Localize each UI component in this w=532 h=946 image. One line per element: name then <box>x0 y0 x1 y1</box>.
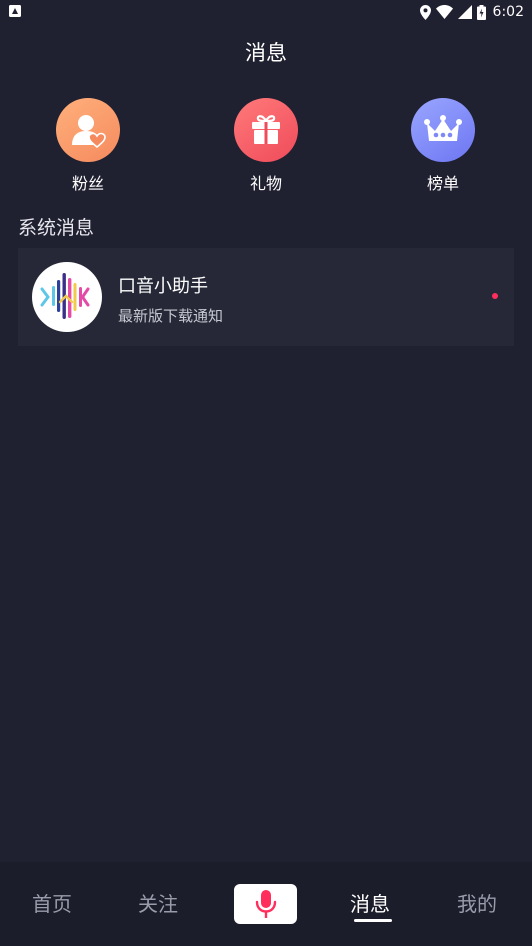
system-messages-title: 系统消息 <box>18 217 95 239</box>
gift-label: 礼物 <box>249 174 282 193</box>
bottom-nav: 首页 关注 消息 我的 <box>0 862 532 946</box>
nav-home[interactable]: 首页 <box>32 888 72 917</box>
wifi-icon <box>435 5 453 19</box>
messages-screen: 6:02 消息 粉丝 礼物 榜单 系统消息 口音小助手 最新版下载通知 首页 关… <box>0 0 532 946</box>
battery-charging-icon <box>476 4 486 20</box>
gift-icon <box>234 98 298 162</box>
rank-label: 榜单 <box>426 174 459 193</box>
signal-icon <box>457 5 472 19</box>
nav-mine[interactable]: 我的 <box>457 888 497 917</box>
location-icon <box>419 4 431 20</box>
message-sender: 口音小助手 <box>118 276 208 297</box>
message-preview: 最新版下载通知 <box>118 307 224 325</box>
status-bar: 6:02 <box>0 0 532 24</box>
record-button[interactable] <box>234 884 297 924</box>
status-time: 6:02 <box>492 4 524 20</box>
fans-shortcut[interactable]: 粉丝 <box>28 98 148 194</box>
microphone-icon <box>255 890 276 918</box>
fans-icon <box>56 98 120 162</box>
unread-dot <box>492 293 498 299</box>
page-title: 消息 <box>245 41 287 65</box>
nav-follow[interactable]: 关注 <box>138 888 178 917</box>
notification-icon <box>9 5 21 17</box>
nav-messages[interactable]: 消息 <box>350 888 390 917</box>
fans-label: 粉丝 <box>71 174 104 193</box>
gift-shortcut[interactable]: 礼物 <box>206 98 326 194</box>
soundwave-logo-icon <box>32 262 102 332</box>
active-tab-indicator <box>354 919 392 922</box>
message-item[interactable]: 口音小助手 最新版下载通知 <box>18 248 514 346</box>
crown-icon <box>411 98 475 162</box>
status-icons: 6:02 <box>419 3 524 21</box>
rank-shortcut[interactable]: 榜单 <box>383 98 503 194</box>
